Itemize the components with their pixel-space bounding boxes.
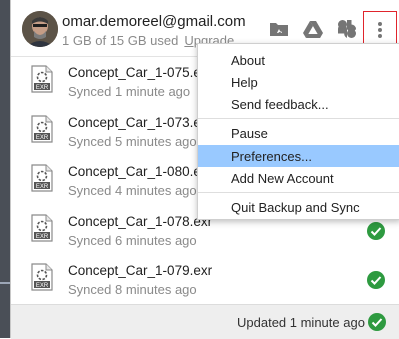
synced-check-icon [368,313,386,331]
menu-item-label: About [231,53,265,68]
file-sync-status: Synced 5 minutes ago [68,134,197,149]
file-sync-status: Synced 8 minutes ago [68,282,197,297]
menu-separator [198,192,399,193]
menu-item-label: Preferences... [231,149,312,164]
footer-status: Updated 1 minute ago [237,315,365,330]
synced-check-icon [367,222,385,240]
menu-item-preferences[interactable]: Preferences... [198,145,399,167]
drive-folder-icon[interactable] [268,18,290,40]
file-name: Concept_Car_1-079.exr [68,263,213,278]
menu-item-pause[interactable]: Pause [198,122,399,144]
menu-item-send-feedback[interactable]: Send feedback... [198,93,399,115]
menu-item-label: Pause [231,126,268,141]
exr-file-icon: EXR [31,263,53,296]
exr-file-icon: EXR [31,65,53,98]
menu-separator [198,118,399,119]
file-row[interactable]: EXR Concept_Car_1-079.exr Synced 8 minutes… [11,255,399,305]
avatar[interactable] [22,11,58,47]
account-email: omar.demoreel@gmail.com [62,13,246,30]
menu-item-label: Quit Backup and Sync [231,200,360,215]
file-type-label: EXR [36,135,49,141]
menu-item-help[interactable]: Help [198,71,399,93]
exr-file-icon: EXR [31,214,53,247]
synced-check-icon [367,271,385,289]
google-photos-icon[interactable] [336,18,358,40]
file-name: Concept_Car_1-078.exr [68,214,213,229]
quota-text: 1 GB of 15 GB used [62,33,179,48]
status-footer: Updated 1 minute ago [11,304,399,339]
menu-item-label: Send feedback... [231,97,329,112]
exr-file-icon: EXR [31,164,53,197]
file-type-label: EXR [36,234,49,240]
menu-item-about[interactable]: About [198,49,399,71]
exr-file-icon: EXR [31,115,53,148]
more-options-button[interactable] [363,11,397,47]
file-name: Concept_Car_1-073.exr [68,115,213,130]
google-drive-icon[interactable] [302,18,324,40]
menu-item-quit[interactable]: Quit Backup and Sync [198,196,399,218]
file-sync-status: Synced 6 minutes ago [68,233,197,248]
file-sync-status: Synced 4 minutes ago [68,183,197,198]
file-type-label: EXR [36,85,49,91]
menu-item-label: Add New Account [231,171,334,186]
file-name: Concept_Car_1-075.exr [68,65,213,80]
file-sync-status: Synced 1 minute ago [68,84,191,99]
file-type-label: EXR [36,283,49,289]
options-menu: About Help Send feedback... Pause Prefer… [197,43,399,220]
file-type-label: EXR [36,184,49,190]
menu-item-add-account[interactable]: Add New Account [198,167,399,189]
menu-item-label: Help [231,75,258,90]
file-name: Concept_Car_1-080.exr [68,164,213,179]
